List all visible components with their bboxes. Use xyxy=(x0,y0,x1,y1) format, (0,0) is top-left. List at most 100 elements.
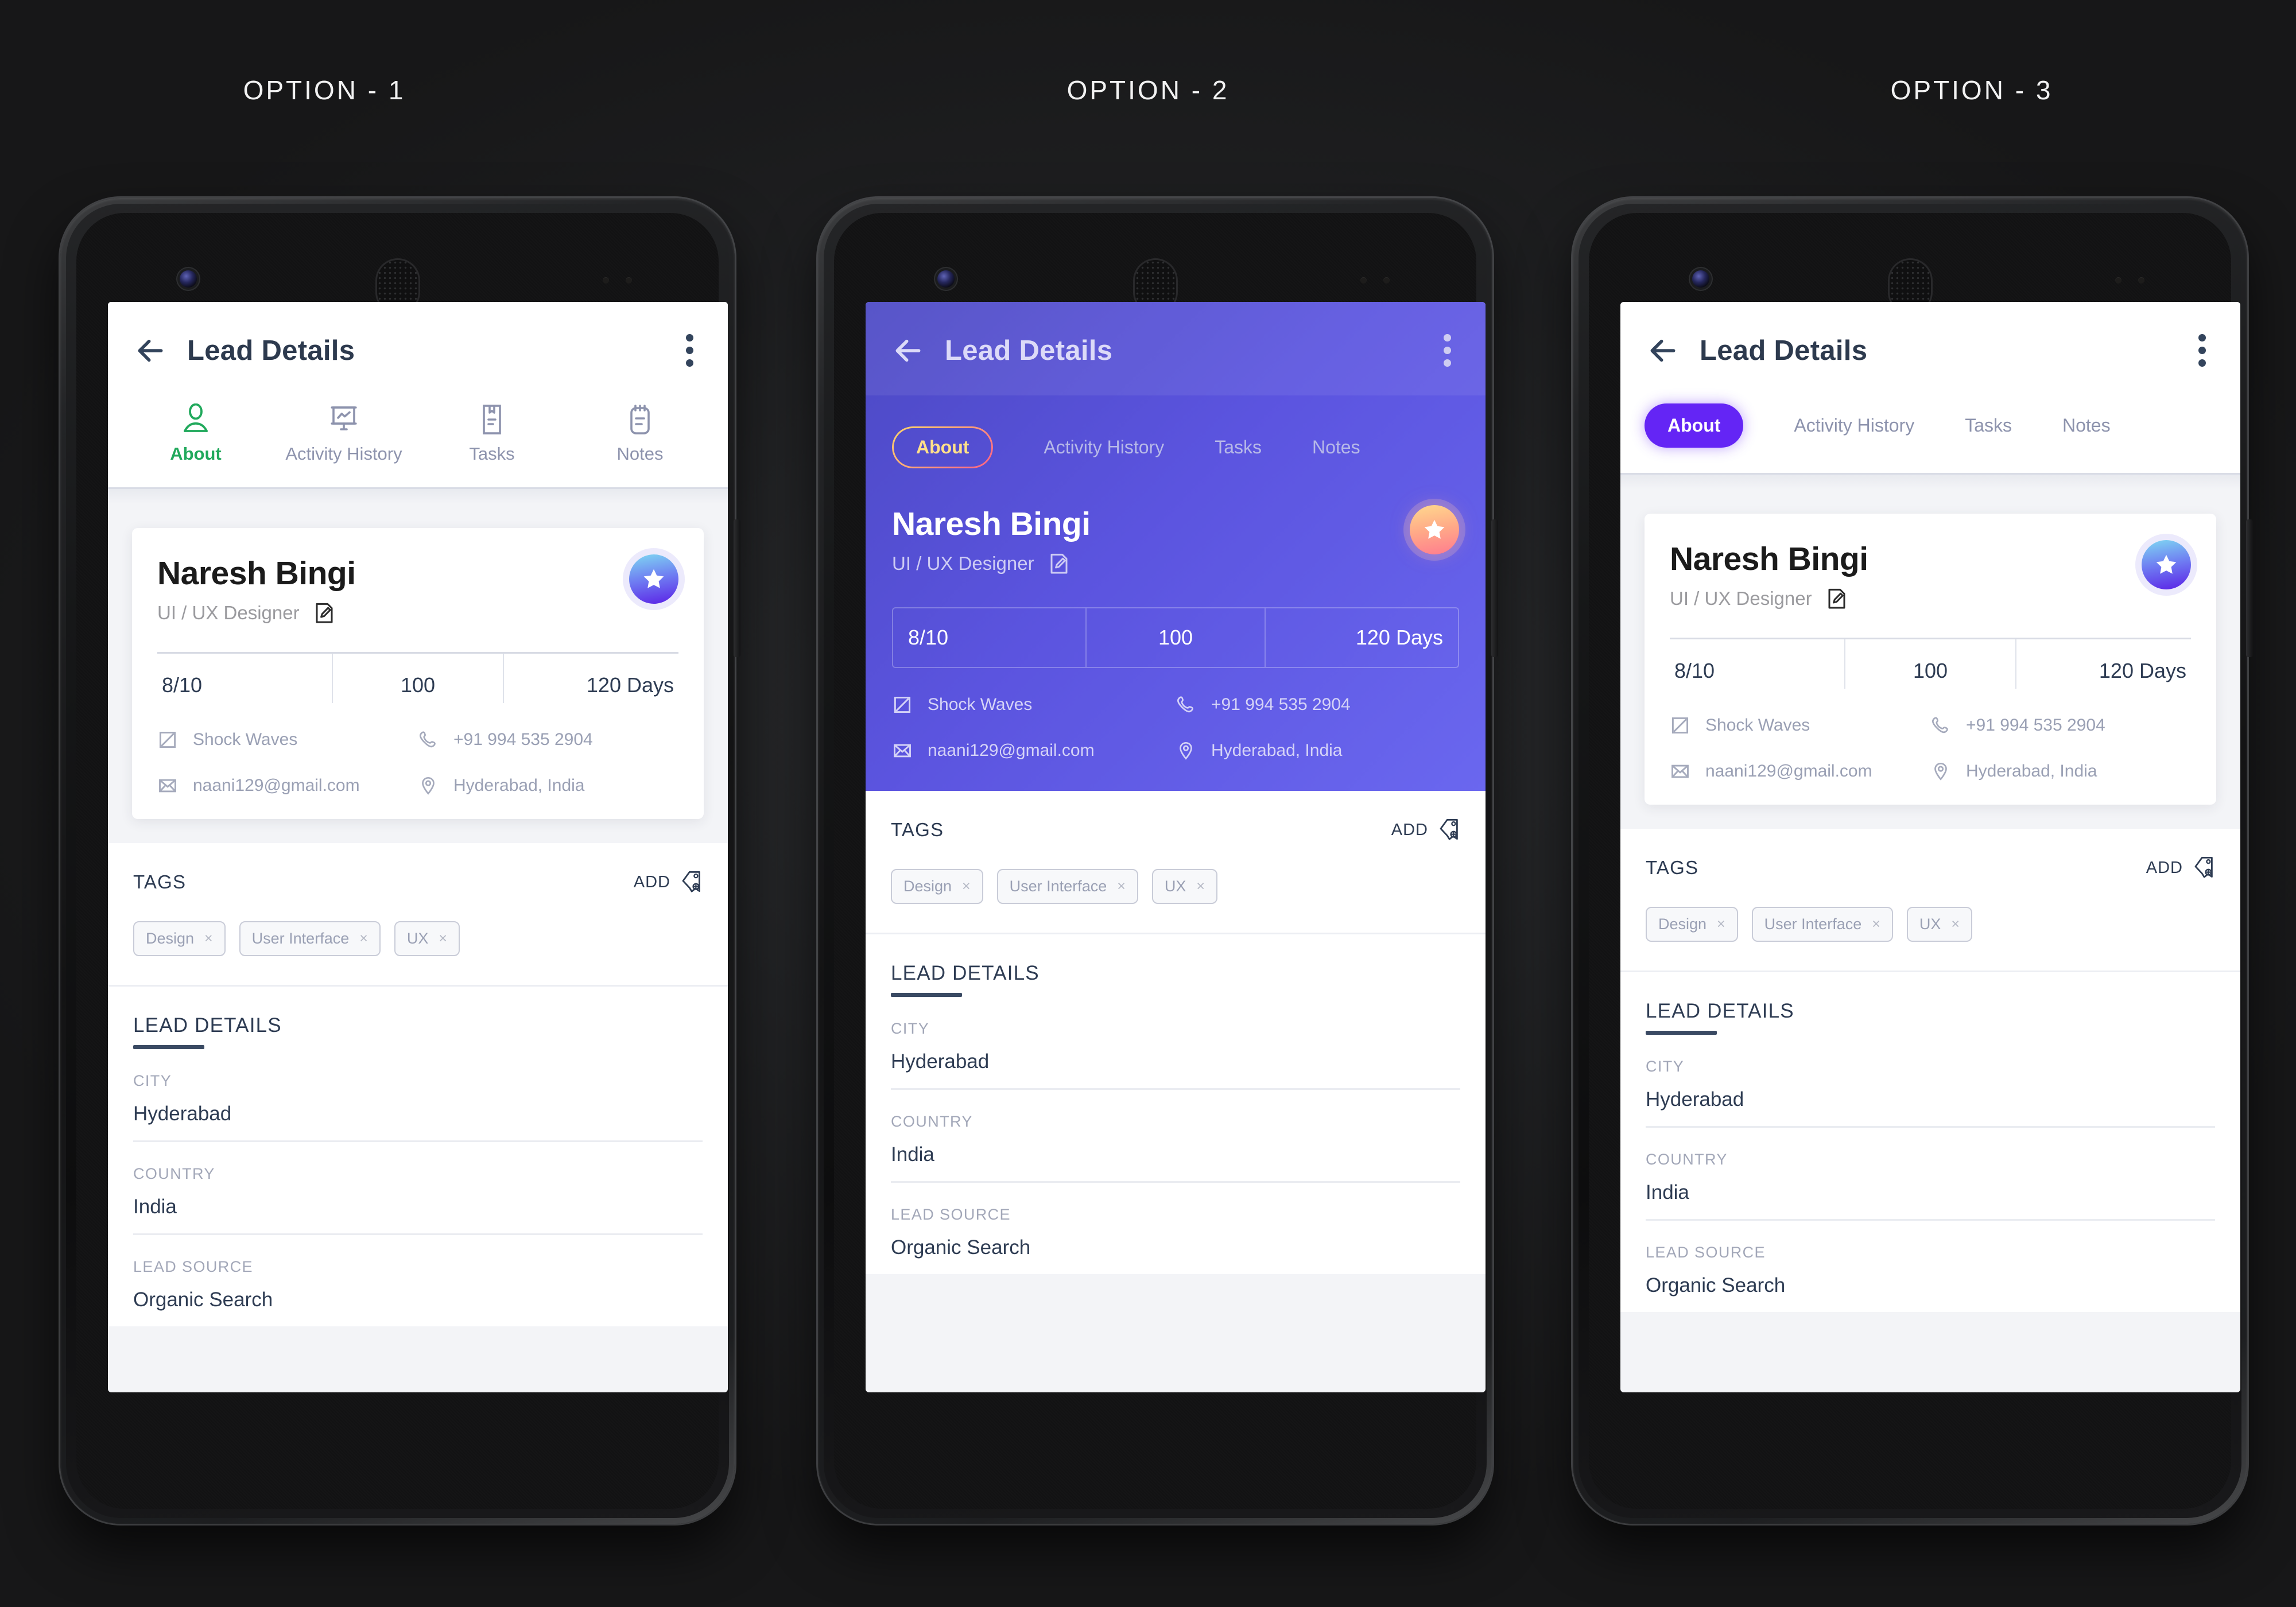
arrow-left-icon[interactable] xyxy=(134,335,166,367)
screen-option-2: Lead Details About Activity History Task… xyxy=(866,302,1486,1392)
close-icon[interactable]: × xyxy=(359,931,368,946)
contact-email[interactable]: naani129@gmail.com xyxy=(157,775,418,796)
close-icon[interactable]: × xyxy=(962,879,971,894)
close-icon[interactable]: × xyxy=(1117,879,1126,894)
star-icon xyxy=(1424,519,1445,539)
favorite-star-badge[interactable] xyxy=(1410,505,1459,554)
contact-phone[interactable]: +91 994 535 2904 xyxy=(1930,715,2191,736)
company-icon xyxy=(1671,717,1689,734)
phone-body: Lead Details About Activity History Task… xyxy=(1578,204,2241,1518)
tab-tasks[interactable]: Tasks xyxy=(418,400,566,464)
close-icon[interactable]: × xyxy=(1951,917,1960,931)
contact-location[interactable]: Hyderabad, India xyxy=(1930,761,2191,782)
tab-notes[interactable]: Notes xyxy=(1312,437,1360,458)
tab-about[interactable]: About xyxy=(892,426,993,468)
favorite-star-badge[interactable] xyxy=(2142,540,2191,589)
tab-activity-history[interactable]: Activity History xyxy=(270,400,418,464)
tab-notes[interactable]: Notes xyxy=(2062,415,2111,436)
tab-tasks[interactable]: Tasks xyxy=(1965,415,2012,436)
close-icon[interactable]: × xyxy=(1717,917,1725,931)
edit-pencil-icon[interactable] xyxy=(313,601,335,624)
tab-activity-history[interactable]: Activity History xyxy=(1044,437,1164,458)
lead-details-section: LEAD DETAILS CITY Hyderabad COUNTRY Indi… xyxy=(866,933,1486,1274)
lead-role: UI / UX Designer xyxy=(892,553,1034,574)
arrow-left-icon[interactable] xyxy=(1647,335,1679,367)
contact-email[interactable]: naani129@gmail.com xyxy=(892,740,1176,761)
tab-about[interactable]: About xyxy=(1645,403,1744,448)
contact-company[interactable]: Shock Waves xyxy=(1670,715,1930,736)
lead-stats: 8/10 100 120 Days xyxy=(1670,638,2191,689)
close-icon[interactable]: × xyxy=(439,931,447,946)
close-icon[interactable]: × xyxy=(204,931,213,946)
contact-company-text: Shock Waves xyxy=(928,695,1033,714)
contact-company[interactable]: Shock Waves xyxy=(892,694,1176,715)
detail-value: Organic Search xyxy=(1646,1274,1786,1297)
detail-value: Hyderabad xyxy=(1646,1088,1744,1111)
power-button[interactable] xyxy=(734,519,740,657)
detail-value: Organic Search xyxy=(891,1236,1031,1259)
tab-tasks[interactable]: Tasks xyxy=(1215,437,1262,458)
tag-plus-icon xyxy=(2194,857,2213,878)
lead-hero-wrap: Naresh Bingi UI / UX Designer 8/10 100 1… xyxy=(108,504,728,819)
tags-section: TAGS ADD Design × User Interface × UX × xyxy=(866,791,1486,933)
contact-phone[interactable]: +91 994 535 2904 xyxy=(1176,694,1459,715)
favorite-star-badge[interactable] xyxy=(629,554,678,604)
edit-pencil-icon[interactable] xyxy=(1048,552,1070,575)
tag-chip[interactable]: UX × xyxy=(1151,869,1217,904)
contact-location[interactable]: Hyderabad, India xyxy=(1176,740,1459,761)
tag-chip[interactable]: Design × xyxy=(133,921,226,956)
sensor-dots-icon xyxy=(603,277,638,284)
kebab-menu-icon[interactable] xyxy=(678,328,701,372)
lead-stats: 8/10 100 120 Days xyxy=(157,652,678,703)
detail-row: COUNTRY India xyxy=(133,1142,703,1235)
option-1-title: OPTION - 1 xyxy=(243,75,406,105)
tag-chip[interactable]: Design × xyxy=(891,869,983,904)
tag-chip[interactable]: User Interface × xyxy=(1751,907,1893,942)
add-tag-button[interactable]: ADD xyxy=(634,870,703,895)
add-tag-button[interactable]: ADD xyxy=(2146,855,2215,880)
contact-location-text: Hyderabad, India xyxy=(1211,741,1343,760)
location-icon xyxy=(422,777,435,795)
tag-chip[interactable]: UX × xyxy=(394,921,460,956)
kebab-menu-icon[interactable] xyxy=(1436,328,1459,372)
detail-value: India xyxy=(133,1195,177,1218)
stat-score: 8/10 xyxy=(162,673,203,697)
tag-plus-icon xyxy=(1440,819,1458,840)
tab-activity-history[interactable]: Activity History xyxy=(1794,415,1914,436)
detail-key: CITY xyxy=(133,1072,172,1089)
tag-chip[interactable]: Design × xyxy=(1646,907,1738,942)
tags-title: TAGS xyxy=(891,819,944,840)
tag-chip[interactable]: UX × xyxy=(1906,907,1972,942)
tag-chip[interactable]: User Interface × xyxy=(239,921,381,956)
contact-location[interactable]: Hyderabad, India xyxy=(418,775,678,796)
sensor-dots-icon xyxy=(2115,277,2151,284)
detail-key: CITY xyxy=(1646,1058,1685,1075)
close-icon[interactable]: × xyxy=(1872,917,1880,931)
app-bar: Lead Details xyxy=(108,302,728,372)
tab-notes[interactable]: Notes xyxy=(566,400,714,464)
tag-chip-label: Design xyxy=(146,930,195,947)
company-icon xyxy=(894,696,911,713)
arrow-left-icon[interactable] xyxy=(892,335,924,367)
add-tag-button[interactable]: ADD xyxy=(1391,817,1460,843)
close-icon[interactable]: × xyxy=(1196,879,1205,894)
kebab-menu-icon[interactable] xyxy=(2190,328,2214,372)
phone-face: Lead Details About Activity History Task… xyxy=(76,213,728,1509)
star-icon xyxy=(643,569,664,588)
power-button[interactable] xyxy=(2246,519,2253,657)
power-button[interactable] xyxy=(1491,519,1498,657)
stat-score: 8/10 xyxy=(908,626,949,649)
contact-phone[interactable]: +91 994 535 2904 xyxy=(418,729,678,750)
contact-email[interactable]: naani129@gmail.com xyxy=(1670,761,1930,782)
tab-about[interactable]: About xyxy=(122,400,270,464)
detail-key: COUNTRY xyxy=(1646,1151,1728,1168)
notes-icon xyxy=(628,400,652,436)
phone-icon xyxy=(419,731,436,748)
tag-chip[interactable]: User Interface × xyxy=(996,869,1138,904)
lead-hero-card: Naresh Bingi UI / UX Designer 8/10 100 1… xyxy=(1645,514,2216,805)
stat-score: 8/10 xyxy=(1674,659,1715,682)
contact-company[interactable]: Shock Waves xyxy=(157,729,418,750)
edit-pencil-icon[interactable] xyxy=(1826,587,1848,610)
